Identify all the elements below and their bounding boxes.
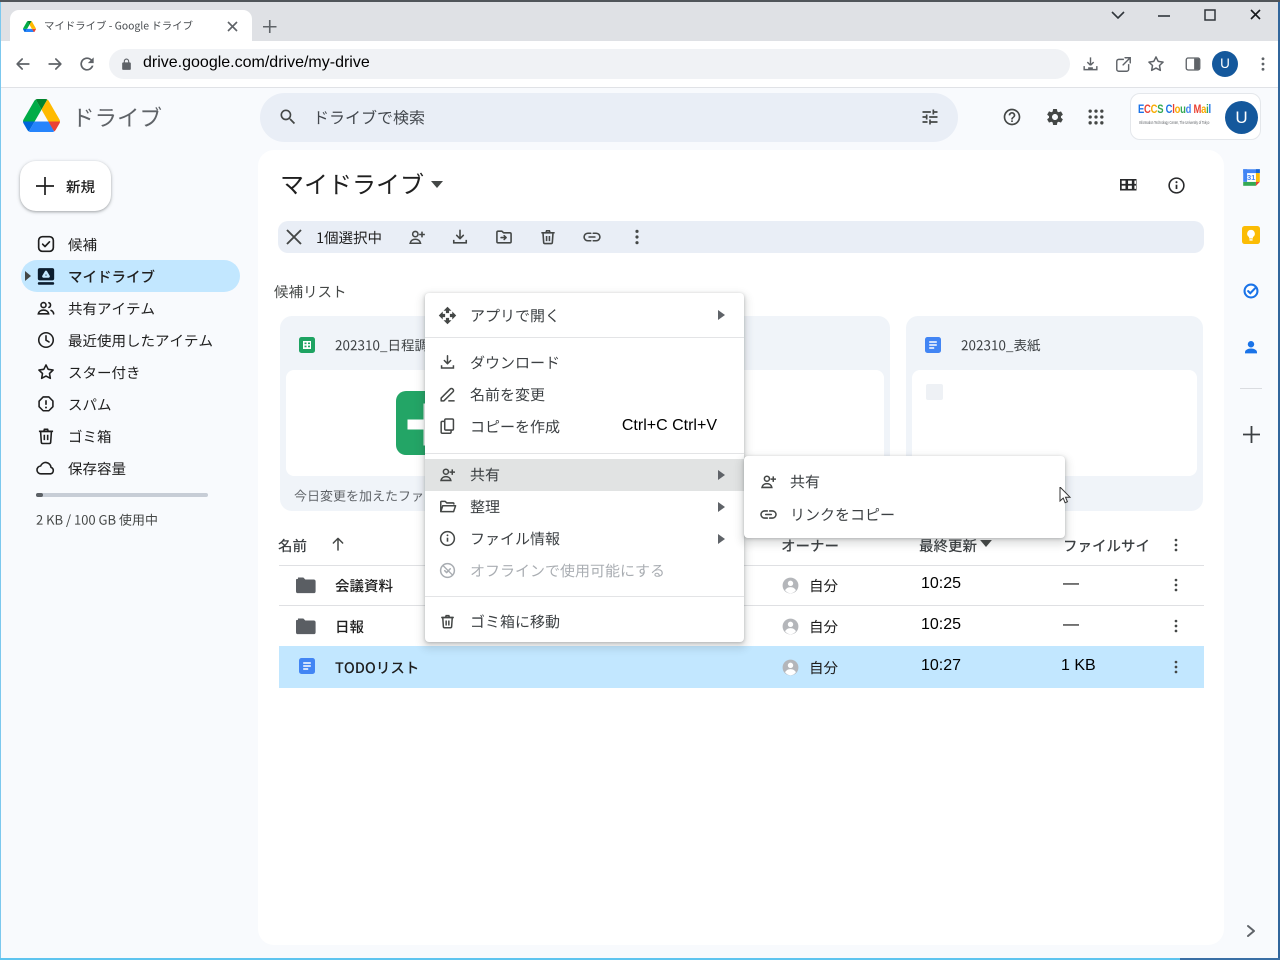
svg-text:31: 31 <box>1247 173 1256 182</box>
